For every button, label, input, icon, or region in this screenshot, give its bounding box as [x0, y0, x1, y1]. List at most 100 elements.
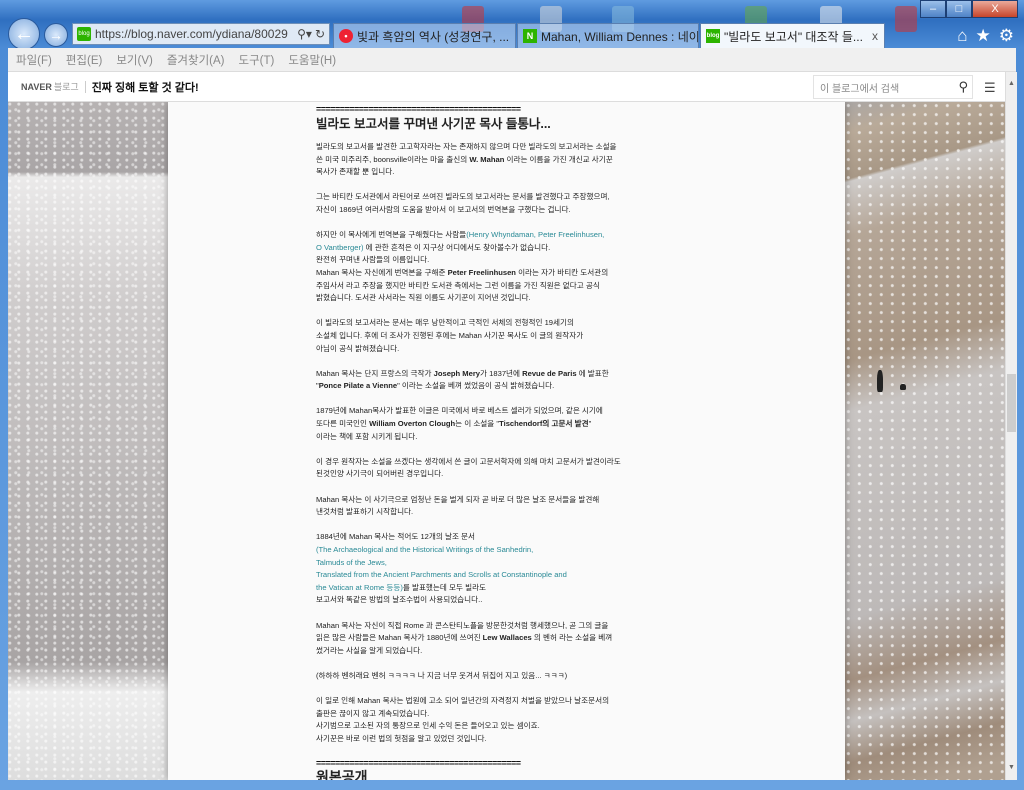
- text: Mahan 목사는 자신이 직접 Rome 과 콘스탄티노플을 방문한것처럼 행…: [316, 620, 609, 630]
- text: 밝혔습니다. 도서관 사서라는 직원 이름도 사기꾼이 지어낸 것입니다.: [316, 293, 531, 303]
- divider-line: ========================================…: [316, 104, 521, 114]
- tab-1[interactable]: • 빛과 흑암의 역사 (성경연구, ...: [333, 23, 516, 48]
- menu-help[interactable]: 도움말(H): [288, 52, 336, 68]
- text-line: 밝혔습니다. 도서관 사서라는 직원 이름도 사기꾼이 지어낸 것입니다.: [316, 292, 678, 305]
- text: 빌라도의 보고서를 발견한 고고학자라는 자는 존재하지 않으며 다만 빌라도의…: [316, 142, 617, 151]
- text: 쓴 미국 미주리주, boonsville이라는 마을 출신의: [316, 154, 470, 164]
- settings-gear-icon[interactable]: ⚙: [999, 26, 1014, 46]
- text-line: Mahan 목사는 단지 프랑스의 극작가 Joseph Mery가 1837년…: [316, 368, 678, 381]
- bold-text: Joseph Mery: [433, 368, 481, 378]
- blog-title[interactable]: 진짜 징해 토할 것 같다!: [92, 79, 199, 95]
- vertical-scrollbar[interactable]: ▲ ▼: [1005, 72, 1017, 780]
- blog-header: NAVER 블로그 진짜 징해 토할 것 같다! 이 블로그에서 검색 ⚲ ☰: [8, 72, 1005, 102]
- link-text[interactable]: O Vantberger): [316, 243, 364, 252]
- text: 이라는 자가 바티칸 도서관의: [515, 267, 609, 277]
- text: 이 일로 인해 Mahan 목사는 법원에 고소 되어 일년간의 자격정지 처벌…: [316, 696, 610, 706]
- window-controls: – □ X: [920, 0, 1018, 18]
- text: 또다른 미국인인: [316, 419, 370, 429]
- text-line: 빌라도의 보고서를 발견한 고고학자라는 자는 존재하지 않으며 다만 빌라도의…: [316, 141, 678, 154]
- paragraph: 빌라도의 보고서를 발견한 고고학자라는 자는 존재하지 않으며 다만 빌라도의…: [316, 141, 678, 179]
- text: 썼거라는 사실을 알게 되었습니다.: [316, 645, 423, 655]
- blog-search-input[interactable]: 이 블로그에서 검색 ⚲: [813, 75, 973, 99]
- back-button[interactable]: ←: [8, 18, 40, 50]
- menu-hamburger-icon[interactable]: ☰: [984, 80, 996, 96]
- text: 이 경우 원작자는 소설을 쓰겠다는 생각에서 쓴 글이 고문서학자에 의해 마…: [316, 456, 621, 466]
- text-line: 읽은 많은 사람들은 Mahan 목사가 1880년에 쓰여진 Lew Wall…: [316, 632, 678, 645]
- text-line: 1879년에 Mahan목사가 발표한 이글은 미국에서 바로 베스트 셀러가 …: [316, 405, 678, 418]
- background-beach-image: [845, 102, 1005, 780]
- text: 이라는 이름을 가진 개신교 사기꾼: [504, 154, 613, 164]
- tab-2[interactable]: N Mahan, William Dennes : 네이...: [517, 23, 699, 48]
- text: Mahan 목사는 자신에게 번역본을 구해준: [316, 267, 448, 277]
- forward-button[interactable]: →: [44, 23, 68, 47]
- address-bar[interactable]: blog https://blog.naver.com/ydiana/80029…: [72, 23, 330, 45]
- text-line: 이 빌라도의 보고서라는 문서는 매우 낭만적이고 극적인 서체의 전형적인 1…: [316, 317, 678, 330]
- text: 이 빌라도의 보고서라는 문서는 매우 낭만적이고 극적인 서체의 전형적인 1…: [316, 318, 574, 328]
- text: 아님이 공식 밝혀졌습니다.: [316, 343, 400, 353]
- link-text[interactable]: the Vatican at Rome 등등): [316, 583, 403, 592]
- home-icon[interactable]: ⌂: [957, 26, 967, 46]
- menu-edit[interactable]: 편집(E): [66, 52, 103, 68]
- divider: [84, 80, 86, 93]
- menu-view[interactable]: 보기(V): [116, 52, 153, 68]
- text-line: 완전히 꾸며낸 사람들의 이름입니다.: [316, 254, 678, 267]
- naver-blog-logo[interactable]: NAVER 블로그: [21, 80, 79, 93]
- person-silhouette: [877, 370, 883, 392]
- paragraph: Mahan 목사는 단지 프랑스의 극작가 Joseph Mery가 1837년…: [316, 368, 678, 393]
- post-page: ========================================…: [168, 102, 845, 780]
- text-line: 소설체 입니다. 후에 더 조사가 진행된 후에는 Mahan 사기꾼 목사도 …: [316, 330, 678, 343]
- text: 출판은 끊이지 않고 계속되었습니다.: [316, 708, 430, 718]
- text-line: 이 일로 인해 Mahan 목사는 법원에 고소 되어 일년간의 자격정지 처벌…: [316, 695, 678, 708]
- link-text[interactable]: Translated from the Ancient Parchments a…: [316, 570, 567, 579]
- text-line: Translated from the Ancient Parchments a…: [316, 569, 678, 582]
- text-line: 하지만 이 목사에게 번역본을 구해줬다는 사람들(Henry Whyndama…: [316, 229, 678, 242]
- tab-3-active[interactable]: blog "빌라도 보고서" 대조작 들... x: [700, 23, 885, 48]
- text: 하지만 이 목사에게 번역본을 구해줬다는 사람들: [316, 230, 467, 240]
- bold-text: Peter Freelinhusen: [447, 267, 516, 277]
- text: 1884년에 Mahan 목사는 적어도 12개의 날조 문서: [316, 532, 476, 542]
- refresh-icon[interactable]: ↻: [315, 27, 325, 41]
- text-line: 낸것처럼 발표하기 시작합니다.: [316, 506, 678, 519]
- search-icon[interactable]: ⚲: [958, 79, 968, 95]
- naver-n-icon: N: [523, 29, 537, 43]
- link-text[interactable]: (Henry Whyndaman, Peter Freelinhusen,: [466, 230, 604, 239]
- menu-favorites[interactable]: 즐겨찾기(A): [167, 52, 225, 68]
- menu-file[interactable]: 파일(F): [16, 52, 52, 68]
- text: 1879년에 Mahan목사가 발표한 이글은 미국에서 바로 베스트 셀러가 …: [316, 406, 603, 416]
- text: 완전히 꾸며낸 사람들의 이름입니다.: [316, 255, 430, 265]
- scroll-down-arrow-icon[interactable]: ▼: [1008, 764, 1015, 771]
- text: 를 발표했는데 모두 빌라도: [402, 582, 487, 592]
- text-line: Talmuds of the Jews,: [316, 557, 678, 570]
- scrollbar-thumb[interactable]: [1007, 374, 1016, 432]
- text-line: 1884년에 Mahan 목사는 적어도 12개의 날조 문서: [316, 531, 678, 544]
- paragraph: Mahan 목사는 자신이 직접 Rome 과 콘스탄티노플을 방문한것처럼 행…: [316, 620, 678, 658]
- link-text[interactable]: Talmuds of the Jews,: [316, 558, 387, 567]
- text: 자신이 1869년 여러사람의 도움을 받아서 이 보고서의 번역본을 구했다는…: [316, 204, 571, 214]
- text: 사기꾼은 바로 이런 법의 헛점을 알고 있었던 것입니다.: [316, 733, 487, 743]
- paragraph: 이 빌라도의 보고서라는 문서는 매우 낭만적이고 극적인 서체의 전형적인 1…: [316, 317, 678, 355]
- maximize-button[interactable]: □: [946, 0, 972, 18]
- text: 이라는 책에 포함 시키게 됩니다.: [316, 431, 418, 441]
- text: 목사가 존재할 뿐 입니다.: [316, 167, 395, 177]
- link-text[interactable]: (The Archaeological and the Historical W…: [316, 545, 533, 554]
- text: 그는 바티칸 도서관에서 라틴어로 쓰여진 빌라도의 보고서라는 문서를 발견했…: [316, 192, 610, 202]
- text: Mahan 목사는 단지 프랑스의 극작가: [316, 368, 434, 378]
- minimize-button[interactable]: –: [920, 0, 946, 18]
- scroll-up-arrow-icon[interactable]: ▲: [1008, 80, 1015, 87]
- search-icon[interactable]: ⚲▾: [297, 27, 312, 41]
- text-line: the Vatican at Rome 등등)를 발표했는데 모두 빌라도: [316, 582, 678, 595]
- address-url[interactable]: https://blog.naver.com/ydiana/80029: [95, 27, 294, 41]
- divider-line: ========================================…: [316, 758, 521, 769]
- close-window-button[interactable]: X: [972, 0, 1018, 18]
- bold-text: Tischendorf의 고문서 발견: [499, 419, 589, 429]
- close-tab-icon[interactable]: x: [872, 29, 878, 43]
- text-line: Mahan 목사는 자신에게 번역본을 구해준 Peter Freelinhus…: [316, 267, 678, 280]
- tab-label: "빌라도 보고서" 대조작 들...: [724, 29, 863, 44]
- text-line: 사기꾼은 바로 이런 법의 헛점을 알고 있었던 것입니다.: [316, 733, 678, 746]
- menu-tools[interactable]: 도구(T): [239, 52, 275, 68]
- post-article: ========================================…: [316, 104, 678, 780]
- text-line: 목사가 존재할 뿐 입니다.: [316, 166, 678, 179]
- paragraph: 1884년에 Mahan 목사는 적어도 12개의 날조 문서 (The Arch…: [316, 531, 678, 607]
- text: 에 발표한: [576, 368, 609, 378]
- favorites-star-icon[interactable]: ★: [976, 26, 991, 46]
